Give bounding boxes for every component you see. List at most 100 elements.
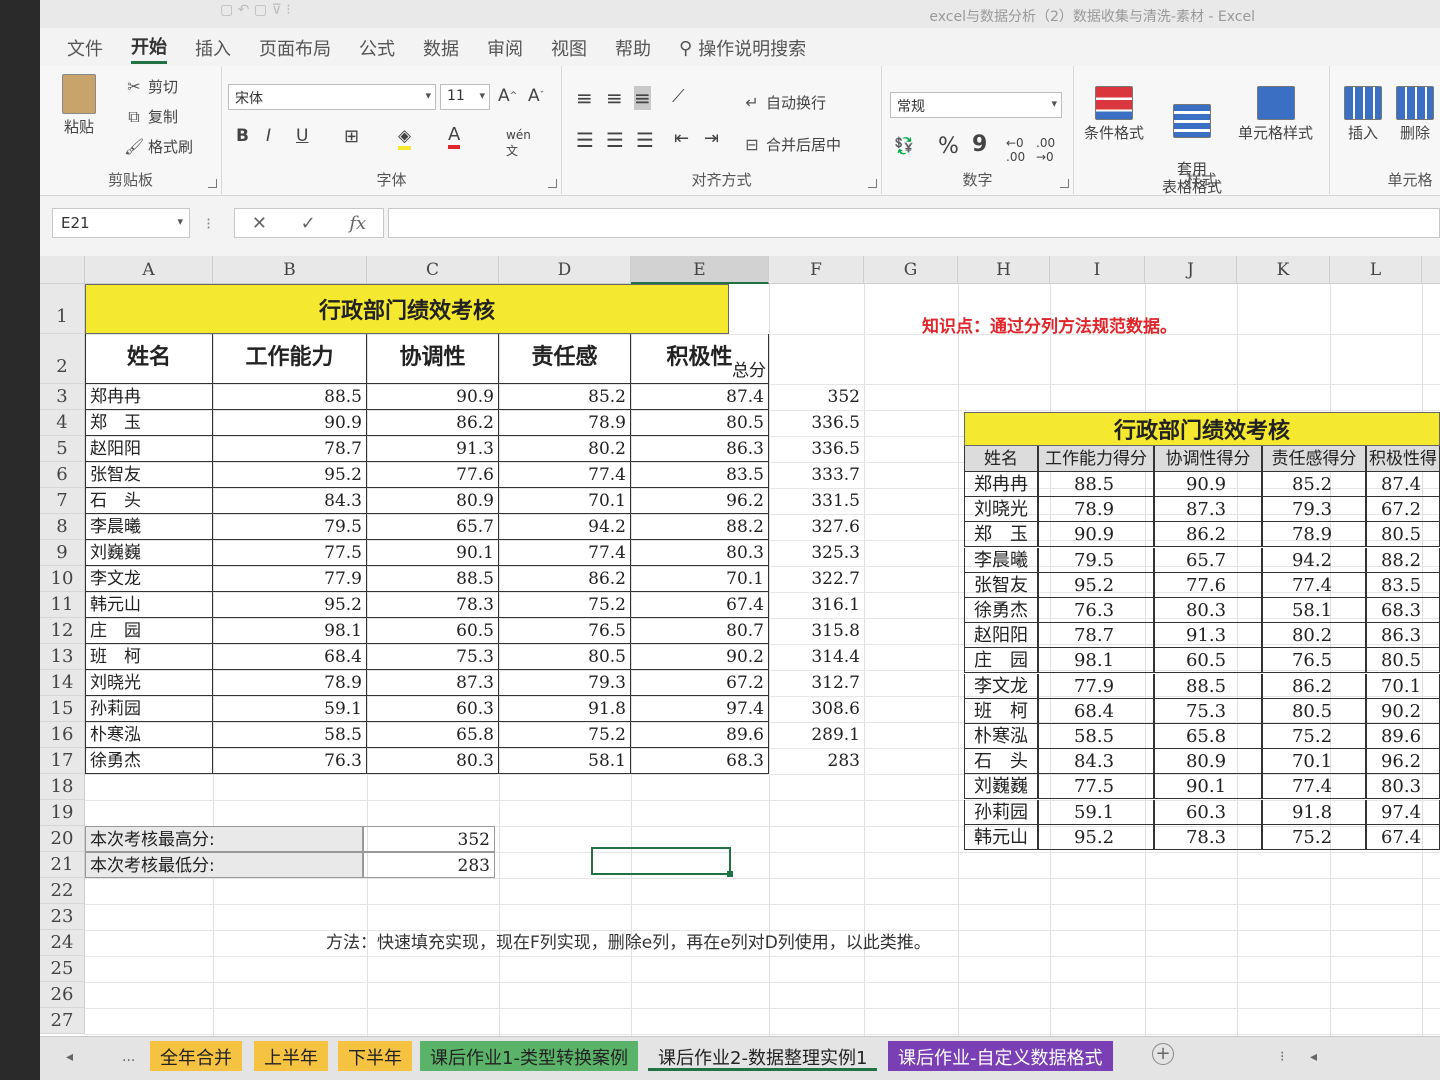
- row-header-16[interactable]: 16: [40, 722, 85, 748]
- column-header-e[interactable]: E: [631, 256, 769, 284]
- column-header-k[interactable]: K: [1237, 256, 1330, 284]
- total-score-cell[interactable]: 283: [769, 748, 864, 774]
- sheet-tab-2[interactable]: 上半年: [254, 1041, 328, 1071]
- right-score-cell[interactable]: 87.4: [1366, 472, 1440, 497]
- employee-name-cell[interactable]: 班 柯: [85, 644, 213, 670]
- total-score-cell[interactable]: 322.7: [769, 566, 864, 592]
- total-score-cell[interactable]: 325.3: [769, 540, 864, 566]
- score-cell[interactable]: 77.4: [499, 462, 631, 488]
- orientation-button[interactable]: ⟋: [672, 86, 685, 107]
- align-middle-button[interactable]: ≡: [606, 86, 623, 110]
- score-cell[interactable]: 75.3: [367, 644, 499, 670]
- tab-review[interactable]: 审阅: [487, 35, 523, 61]
- row-header-21[interactable]: 21: [40, 852, 85, 878]
- right-score-cell[interactable]: 89.6: [1366, 724, 1440, 749]
- align-left-button[interactable]: ☰: [576, 128, 594, 152]
- right-score-cell[interactable]: 76.3: [1038, 598, 1154, 623]
- right-score-cell[interactable]: 90.9: [1154, 472, 1262, 497]
- active-cell-e21[interactable]: [591, 847, 733, 877]
- formula-input[interactable]: [388, 208, 1440, 238]
- copy-button[interactable]: ⧉ 复制: [124, 106, 178, 127]
- right-score-cell[interactable]: 90.9: [1038, 522, 1154, 548]
- delete-cells-button[interactable]: 删除: [1396, 86, 1434, 142]
- right-score-cell[interactable]: 94.2: [1262, 547, 1366, 573]
- cell-styles-button[interactable]: 单元格样式: [1238, 86, 1313, 142]
- total-score-cell[interactable]: 312.7: [769, 670, 864, 696]
- total-score-cell[interactable]: 308.6: [769, 696, 864, 722]
- employee-name-cell[interactable]: 韩元山: [85, 592, 213, 618]
- column-header-a[interactable]: A: [85, 256, 213, 284]
- sheet-tab-1[interactable]: 全年合并: [150, 1041, 242, 1071]
- score-cell[interactable]: 98.1: [213, 618, 367, 644]
- row-header-18[interactable]: 18: [40, 774, 85, 800]
- row-header-1[interactable]: 1: [40, 284, 85, 334]
- score-cell[interactable]: 77.5: [213, 540, 367, 566]
- hscroll-left-icon[interactable]: ◂: [1310, 1049, 1317, 1065]
- right-score-cell[interactable]: 65.7: [1154, 547, 1262, 573]
- score-cell[interactable]: 60.5: [367, 618, 499, 644]
- right-score-cell[interactable]: 86.2: [1262, 673, 1366, 699]
- right-score-cell[interactable]: 90.2: [1366, 698, 1440, 724]
- employee-name-cell[interactable]: 郑 玉: [85, 410, 213, 436]
- tab-home[interactable]: 开始: [131, 33, 167, 64]
- score-cell[interactable]: 88.5: [213, 384, 367, 410]
- tab-formulas[interactable]: 公式: [359, 35, 395, 61]
- score-cell[interactable]: 70.1: [631, 566, 769, 592]
- column-header-l[interactable]: L: [1330, 256, 1422, 284]
- score-cell[interactable]: 88.2: [631, 514, 769, 540]
- insert-cells-button[interactable]: 插入: [1344, 86, 1382, 142]
- total-score-cell[interactable]: 331.5: [769, 488, 864, 514]
- sheet-tab-5[interactable]: 课后作业2-数据整理实例1: [648, 1041, 878, 1071]
- tab-data[interactable]: 数据: [423, 35, 459, 61]
- row-header-8[interactable]: 8: [40, 514, 85, 540]
- score-cell[interactable]: 80.3: [631, 540, 769, 566]
- right-score-cell[interactable]: 58.5: [1038, 724, 1154, 749]
- knowledge-note[interactable]: 知识点：通过分列方法规范数据。: [922, 312, 1177, 337]
- right-score-cell[interactable]: 84.3: [1038, 749, 1154, 775]
- right-score-cell[interactable]: 70.1: [1262, 749, 1366, 775]
- row-header-13[interactable]: 13: [40, 644, 85, 670]
- wrap-text-button[interactable]: ↵ 自动换行: [742, 92, 826, 113]
- number-format-select[interactable]: 常规 ▾: [890, 92, 1062, 118]
- column-header-c[interactable]: C: [367, 256, 499, 284]
- merge-center-button[interactable]: ⊟ 合并后居中: [742, 134, 841, 155]
- right-header-cell[interactable]: 姓名: [964, 446, 1038, 472]
- right-score-cell[interactable]: 77.4: [1262, 774, 1366, 800]
- main-header-cell[interactable]: 责任感: [499, 334, 631, 384]
- add-sheet-button[interactable]: +: [1152, 1043, 1174, 1065]
- right-name-cell[interactable]: 李文龙: [964, 673, 1038, 699]
- column-header-h[interactable]: H: [958, 256, 1050, 284]
- score-cell[interactable]: 80.3: [367, 748, 499, 774]
- column-header-j[interactable]: J: [1145, 256, 1237, 284]
- accounting-format-button[interactable]: 💱: [894, 136, 914, 155]
- right-score-cell[interactable]: 75.3: [1154, 698, 1262, 724]
- employee-name-cell[interactable]: 刘巍巍: [85, 540, 213, 566]
- right-score-cell[interactable]: 86.3: [1366, 623, 1440, 649]
- score-cell[interactable]: 68.3: [631, 748, 769, 774]
- right-score-cell[interactable]: 78.9: [1262, 522, 1366, 548]
- score-cell[interactable]: 60.3: [367, 696, 499, 722]
- column-header-m[interactable]: M: [1422, 256, 1440, 284]
- right-score-cell[interactable]: 75.2: [1262, 724, 1366, 749]
- enter-icon[interactable]: ✓: [301, 213, 316, 234]
- row-header-10[interactable]: 10: [40, 566, 85, 592]
- total-score-cell[interactable]: 333.7: [769, 462, 864, 488]
- score-cell[interactable]: 88.5: [367, 566, 499, 592]
- row-header-17[interactable]: 17: [40, 748, 85, 774]
- right-score-cell[interactable]: 67.4: [1366, 824, 1440, 850]
- sheet-tab-4[interactable]: 课后作业1-类型转换案例: [420, 1041, 638, 1071]
- total-score-cell[interactable]: 352: [769, 384, 864, 410]
- row-header-6[interactable]: 6: [40, 462, 85, 488]
- formula-bar-grip[interactable]: ⁝: [206, 214, 211, 233]
- select-all-corner[interactable]: [40, 256, 85, 284]
- sheet-tab-6[interactable]: 课后作业-自定义数据格式: [888, 1041, 1113, 1071]
- right-name-cell[interactable]: 班 柯: [964, 698, 1038, 724]
- score-cell[interactable]: 76.3: [213, 748, 367, 774]
- score-cell[interactable]: 75.2: [499, 722, 631, 748]
- employee-name-cell[interactable]: 石 头: [85, 488, 213, 514]
- row-header-20[interactable]: 20: [40, 826, 85, 852]
- row-header-23[interactable]: 23: [40, 904, 85, 930]
- underline-button[interactable]: U: [296, 126, 308, 146]
- right-score-cell[interactable]: 77.6: [1154, 572, 1262, 598]
- score-cell[interactable]: 79.5: [213, 514, 367, 540]
